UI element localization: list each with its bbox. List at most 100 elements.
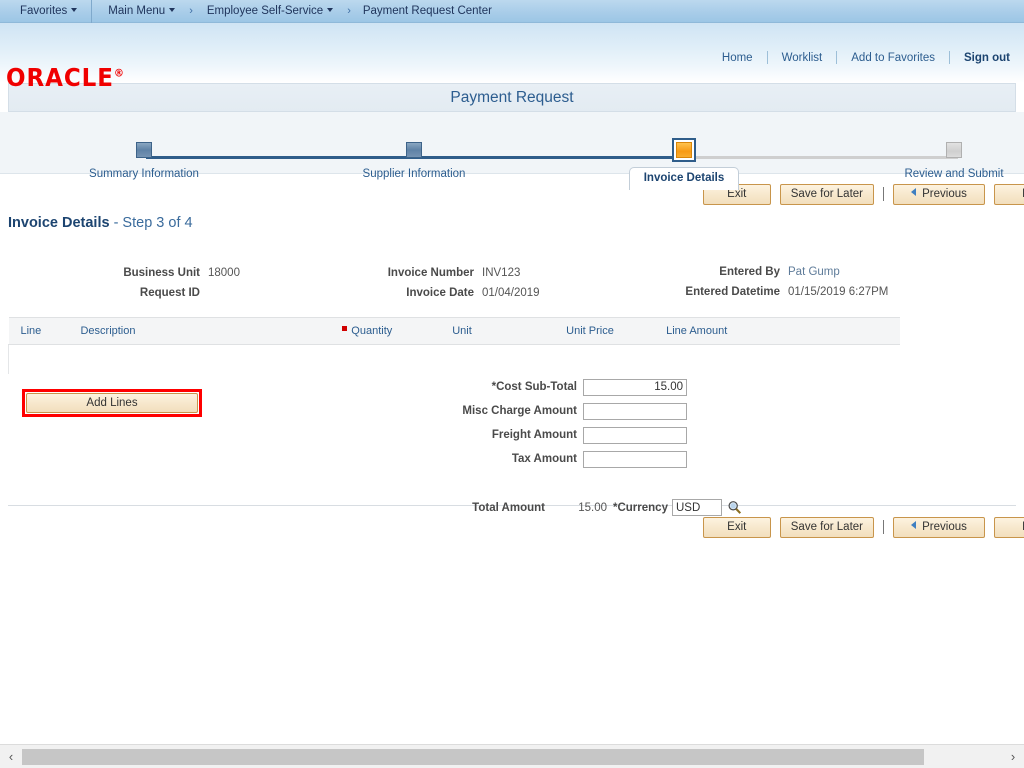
app-header: ORACLE® Home Worklist Add to Favorites S…	[0, 23, 1024, 92]
column-header-quantity-label: Quantity	[351, 325, 393, 337]
total-amount-value: 15.00	[578, 501, 607, 514]
step-supplier-information[interactable]: Supplier Information	[314, 142, 514, 180]
page-title-bar: Payment Request	[8, 83, 1016, 112]
nav-divider	[91, 0, 93, 23]
chevron-down-icon	[169, 7, 176, 12]
invoice-number-label: Invoice Number	[387, 267, 474, 279]
oracle-logo-text: ORACLE	[6, 63, 114, 92]
sign-out-link[interactable]: Sign out	[950, 52, 1014, 64]
request-id-field: Request ID	[10, 287, 208, 299]
add-to-favorites-link[interactable]: Add to Favorites	[837, 52, 949, 64]
column-header-unit-price[interactable]: Unit Price	[562, 317, 663, 345]
column-header-unit[interactable]: Unit	[448, 317, 563, 345]
breadcrumb-separator-icon: ›	[189, 5, 193, 17]
page-title: Payment Request	[450, 88, 574, 106]
entered-by-value[interactable]: Pat Gump	[788, 266, 840, 278]
arrow-left-icon	[911, 188, 917, 197]
oracle-logo: ORACLE®	[6, 63, 125, 92]
registered-mark-icon: ®	[113, 66, 125, 80]
step-label: Supplier Information	[362, 168, 466, 180]
step-marker-current-icon	[672, 138, 696, 162]
worklist-link[interactable]: Worklist	[768, 52, 837, 64]
tax-amount-row: Tax Amount	[455, 447, 687, 471]
business-unit-field: Business Unit 18000	[10, 267, 240, 279]
step-review-and-submit[interactable]: Review and Submit	[854, 142, 1024, 180]
table-cell	[448, 344, 563, 375]
amount-fields: *Cost Sub-Total Misc Charge Amount Freig…	[455, 375, 687, 471]
favorites-menu[interactable]: Favorites	[10, 0, 87, 22]
totals-area: Add Lines *Cost Sub-Total Misc Charge Am…	[0, 375, 1024, 516]
column-header-line[interactable]: Line	[8, 317, 77, 345]
add-lines-button[interactable]: Add Lines	[26, 393, 198, 413]
home-link[interactable]: Home	[708, 52, 767, 64]
step-label: Review and Submit	[904, 168, 1004, 180]
misc-charge-label: Misc Charge Amount	[462, 405, 577, 417]
freight-amount-input[interactable]	[583, 426, 687, 444]
entered-datetime-value: 01/15/2019 6:27PM	[788, 286, 889, 298]
utility-links: Home Worklist Add to Favorites Sign out	[708, 51, 1014, 64]
breadcrumb-payment-request-center[interactable]: Payment Request Center	[355, 5, 500, 17]
step-label: Summary Information	[89, 168, 199, 180]
invoice-lines-header: Line Description Quantity Unit Unit Pric…	[8, 317, 900, 345]
scroll-left-arrow-icon[interactable]: ‹	[0, 749, 22, 764]
currency-input[interactable]	[671, 499, 722, 516]
tax-amount-input[interactable]	[583, 450, 687, 468]
main-menu-label: Main Menu	[108, 5, 166, 17]
entered-datetime-field: Entered Datetime 01/15/2019 6:27PM	[600, 286, 888, 298]
step-summary-information[interactable]: Summary Information	[44, 142, 244, 180]
scrollbar-thumb[interactable]	[22, 748, 924, 765]
step-marker-icon	[946, 142, 962, 158]
page-section-heading: Invoice Details - Step 3 of 4	[0, 209, 1024, 239]
total-amount-label: Total Amount	[472, 501, 545, 514]
previous-button-label: Previous	[922, 520, 967, 533]
invoice-number-value: INV123	[482, 267, 521, 279]
step-label: Invoice Details	[628, 167, 740, 190]
toolbar-divider	[883, 520, 884, 534]
business-unit-label: Business Unit	[123, 267, 200, 279]
step-invoice-details[interactable]: Invoice Details	[584, 138, 784, 190]
top-toolbar: Exit Save for Later Previous Next	[0, 179, 1024, 209]
table-header-row: Line Description Quantity Unit Unit Pric…	[8, 317, 900, 345]
next-button-clipped: Next	[994, 183, 1024, 205]
column-header-line-amount[interactable]: Line Amount	[662, 317, 900, 345]
breadcrumb-nav-bar: Favorites Main Menu › Employee Self-Serv…	[0, 0, 1024, 23]
business-unit-value: 18000	[208, 267, 240, 279]
invoice-date-value: 01/04/2019	[482, 287, 540, 299]
currency-label: *Currency	[613, 501, 668, 514]
section-heading-step: - Step 3 of 4	[109, 215, 193, 231]
next-button-bottom[interactable]: Next	[994, 516, 1024, 538]
breadcrumb-separator-icon: ›	[347, 5, 351, 17]
horizontal-scrollbar[interactable]: ‹ ›	[0, 744, 1024, 768]
cost-sub-total-label: *Cost Sub-Total	[491, 381, 577, 393]
save-for-later-button[interactable]: Save for Later	[779, 183, 874, 205]
scroll-right-arrow-icon[interactable]: ›	[1002, 749, 1024, 764]
exit-button-bottom[interactable]: Exit	[702, 516, 771, 538]
previous-button-label: Previous	[922, 187, 967, 200]
misc-charge-row: Misc Charge Amount	[455, 399, 687, 423]
toolbar-divider	[883, 187, 884, 201]
column-header-quantity[interactable]: Quantity	[338, 317, 449, 345]
previous-button[interactable]: Previous	[893, 183, 985, 205]
add-lines-highlight: Add Lines	[22, 389, 202, 417]
tax-amount-label: Tax Amount	[511, 453, 577, 465]
misc-charge-input[interactable]	[583, 402, 687, 420]
arrow-left-icon	[911, 521, 917, 530]
breadcrumb-employee-self-service-label: Employee Self-Service	[206, 5, 324, 17]
freight-amount-row: Freight Amount	[455, 423, 687, 447]
breadcrumb-employee-self-service[interactable]: Employee Self-Service	[197, 0, 343, 22]
previous-button-bottom[interactable]: Previous	[893, 516, 985, 538]
table-cell	[338, 344, 449, 375]
scrollbar-track[interactable]	[22, 748, 1002, 765]
column-header-description[interactable]: Description	[76, 317, 339, 345]
search-lookup-icon[interactable]	[727, 500, 742, 515]
required-field-icon	[342, 325, 348, 331]
invoice-date-field: Invoice Date 01/04/2019	[288, 287, 540, 299]
entered-by-label: Entered By	[719, 266, 780, 278]
save-for-later-button-bottom[interactable]: Save for Later	[779, 516, 874, 538]
next-button[interactable]: Next	[994, 183, 1024, 205]
bottom-toolbar: Exit Save for Later Previous Next	[0, 512, 1024, 542]
main-menu[interactable]: Main Menu	[98, 0, 185, 22]
chevron-down-icon	[71, 7, 78, 12]
cost-sub-total-input[interactable]	[583, 378, 687, 396]
step-marker-inner	[676, 142, 692, 158]
